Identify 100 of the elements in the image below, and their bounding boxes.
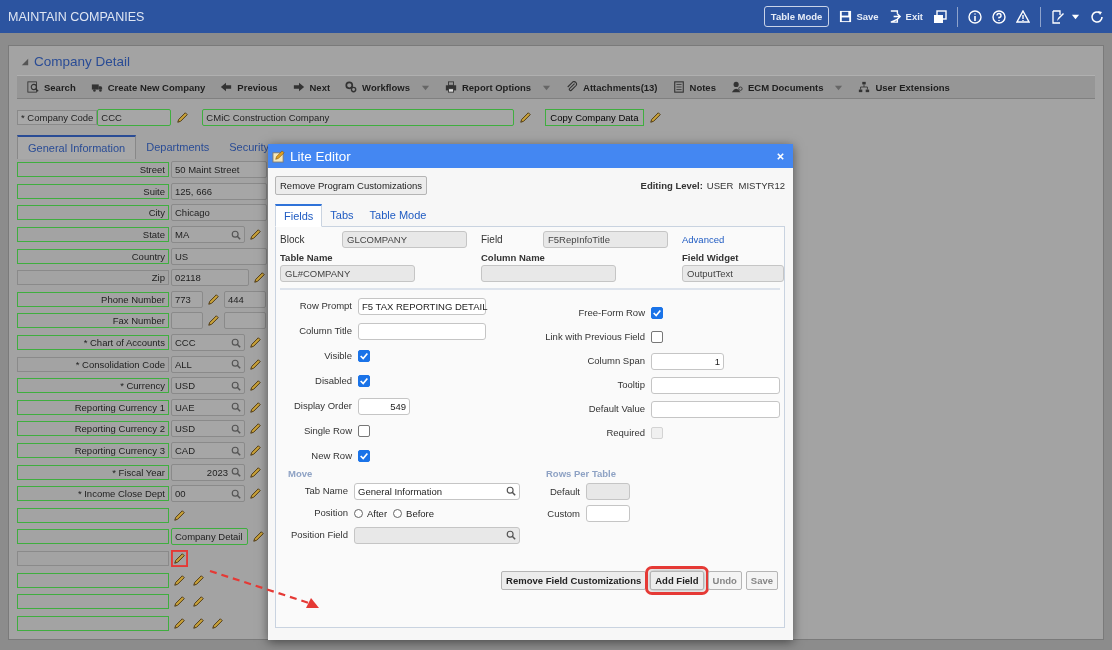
lookup-field[interactable]: USD [171,420,245,438]
close-icon[interactable] [776,151,785,161]
section-title: Company Detail [34,54,131,69]
text-field[interactable]: 125, 666 [171,182,267,200]
search-icon[interactable] [231,402,241,413]
text-field[interactable]: US [171,247,267,265]
number-field[interactable]: 1 [651,352,724,370]
text-field[interactable] [171,312,203,330]
advanced-link[interactable]: Advanced [682,234,725,245]
option-label: Display Order [292,401,352,411]
dialog-button[interactable]: Remove Field Customizations [501,571,647,590]
lookup-field[interactable]: UAE [171,398,245,416]
radio-button[interactable] [354,508,363,518]
toolbar-button[interactable]: Attachments(13) [566,81,658,93]
caret-icon[interactable] [1071,12,1080,21]
field-label: City [17,205,169,221]
checkbox[interactable] [358,375,370,387]
search-icon[interactable] [231,445,241,456]
info-icon[interactable] [968,9,982,24]
checkbox[interactable] [651,307,663,319]
search-icon[interactable] [506,530,516,540]
text-field[interactable]: CMiC Construction Company [202,108,515,126]
field-label: * Company Code [17,109,98,125]
tab[interactable]: Fields [275,204,323,227]
toolbar-button[interactable]: Create New Company [90,81,206,93]
toolbar-button[interactable]: ECM Documents [730,81,844,93]
field-label: Reporting Currency 2 [17,421,169,437]
search-icon[interactable] [231,229,241,240]
toolbar-button[interactable]: User Extensions [858,81,950,93]
search-icon[interactable] [231,380,241,391]
remove-program-customizations-button[interactable]: Remove Program Customizations [275,176,428,195]
toolbar-button[interactable]: Next [292,81,331,93]
toolbar-button[interactable]: Notes [672,81,716,93]
search-icon[interactable] [231,488,241,499]
editing-level-label: Editing Level: [640,180,703,191]
collapse-icon[interactable] [21,57,29,66]
text-field[interactable]: F5 TAX REPORTING DETAIL [358,297,486,315]
lookup-field[interactable]: CAD [171,442,245,459]
option-label: Position Field [289,530,348,540]
text-field[interactable]: CCC [97,108,172,126]
warning-icon[interactable] [1016,9,1030,24]
field-label: * Fiscal Year [17,464,169,480]
window-title: MAINTAIN COMPANIES [8,9,145,24]
exit-button[interactable]: Exit [888,10,923,23]
edit-icon[interactable] [1051,9,1065,24]
text-field[interactable] [651,400,780,418]
lookup-field[interactable]: 2023 [171,463,245,481]
tab[interactable]: General Information [17,135,137,159]
search-icon[interactable] [231,337,241,348]
toolbar-button[interactable]: Previous [220,81,278,93]
text-field[interactable] [224,312,266,330]
tab[interactable]: Tabs [322,204,362,226]
lookup-field[interactable]: CCC [171,334,245,352]
notepad-pencil-icon [272,149,285,163]
checkbox[interactable] [358,425,370,437]
lookup-field[interactable]: ALL [171,355,245,373]
field-label: * Consolidation Code [17,356,169,372]
text-field[interactable]: 444 [224,290,266,308]
toolbar-button[interactable]: Search [27,81,76,93]
number-field[interactable] [586,482,630,500]
search-icon[interactable] [231,359,241,370]
radio-button[interactable] [393,508,403,518]
pencil-icon[interactable] [247,442,264,459]
lookup-field[interactable]: 00 [171,485,245,503]
tab[interactable]: Table Mode [361,204,435,226]
field-label: Field [481,234,504,245]
search-icon[interactable] [231,423,241,434]
checkbox[interactable] [358,350,370,362]
refresh-icon[interactable] [1090,9,1104,24]
lookup-field[interactable]: USD [171,377,245,395]
lookup-field[interactable] [354,526,520,544]
number-field[interactable]: 549 [358,397,410,415]
lookup-field[interactable]: General Information [354,482,520,500]
checkbox[interactable] [358,450,370,462]
search-icon[interactable] [231,467,241,478]
printer-icon [444,81,457,93]
help-icon[interactable] [992,9,1006,24]
option-label: Column Title [298,326,352,336]
text-field[interactable]: 773 [171,290,203,308]
text-field[interactable] [651,376,780,394]
search-icon[interactable] [506,486,516,496]
save-button[interactable]: Save [839,10,879,23]
toolbar-button[interactable]: Report Options [444,81,552,93]
read-only-field: F5RepInfoTitle [543,231,668,248]
pencil-icon[interactable] [171,550,188,567]
text-field[interactable]: Chicago [171,204,267,222]
checkbox[interactable] [651,331,663,343]
field-label: Country [17,248,169,264]
text-field[interactable] [358,322,486,340]
number-field[interactable] [586,504,630,522]
lookup-field[interactable]: MA [171,226,245,244]
copy-icon[interactable] [933,9,947,24]
left-arrow-icon [220,81,233,93]
toolbar-button[interactable]: Workflows [345,81,430,93]
field-label: Street [17,162,169,178]
field-label: Suite [17,183,169,199]
text-field[interactable]: 50 Maint Street [171,161,267,179]
table-mode-button[interactable]: Table Mode [763,6,830,27]
copy-company-data-button[interactable]: Copy Company Data [545,108,644,126]
text-field[interactable]: 02118 [171,269,249,287]
